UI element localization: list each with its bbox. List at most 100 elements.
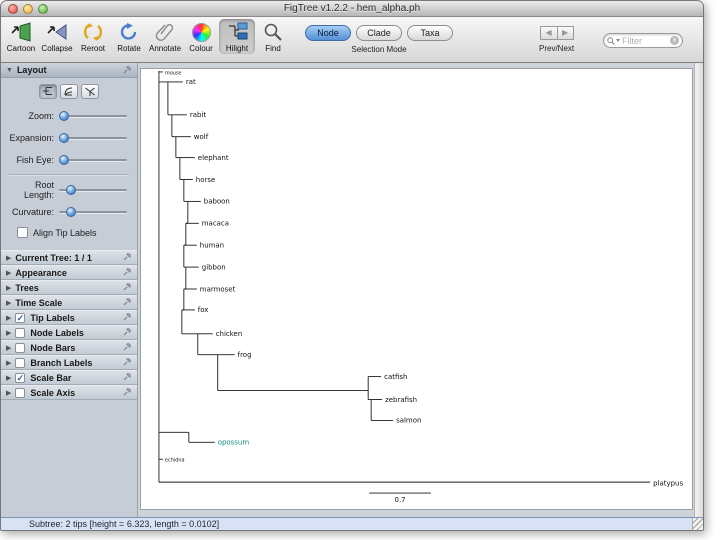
toolbar-button-reroot[interactable]: Reroot — [75, 19, 111, 54]
tip-label-rat[interactable]: rat — [186, 78, 196, 86]
disclosure-closed-icon[interactable]: ▶ — [6, 269, 11, 277]
pin-icon[interactable] — [123, 297, 132, 308]
toolbar-button-find[interactable]: Find — [255, 19, 291, 54]
tip-label-chicken[interactable]: chicken — [216, 330, 243, 338]
toolbar-button-collapse[interactable]: Collapse — [39, 19, 75, 54]
slider-track[interactable] — [58, 132, 127, 144]
tip-label-catfish[interactable]: catfish — [384, 373, 407, 381]
toolbar-button-rotate[interactable]: Rotate — [111, 19, 147, 54]
pin-icon[interactable] — [123, 342, 132, 353]
disclosure-closed-icon[interactable]: ▶ — [6, 389, 11, 397]
sidebar-section-scale-bar[interactable]: ▶ ✓ Scale Bar — [1, 370, 137, 385]
disclosure-closed-icon[interactable]: ▶ — [6, 284, 11, 292]
slider-track[interactable] — [58, 154, 127, 166]
toolbar-button-cartoon[interactable]: Cartoon — [3, 19, 39, 54]
sidebar-section-time-scale[interactable]: ▶ Time Scale — [1, 295, 137, 310]
tip-label-frog[interactable]: frog — [238, 351, 252, 359]
sidebar-section-appearance[interactable]: ▶ Appearance — [1, 265, 137, 280]
polar-layout-button[interactable] — [60, 84, 78, 99]
node-labels-checkbox[interactable] — [15, 327, 26, 338]
align-tip-labels-row[interactable]: Align Tip Labels — [7, 223, 131, 244]
slider-thumb[interactable] — [65, 185, 76, 195]
node-bars-checkbox[interactable] — [15, 342, 26, 353]
pin-icon[interactable] — [123, 267, 132, 278]
slider-thumb[interactable] — [58, 133, 69, 143]
next-button[interactable]: ▶ — [556, 26, 574, 40]
pin-icon[interactable] — [123, 327, 132, 338]
tip-label-macaca[interactable]: macaca — [202, 220, 229, 228]
tip-label-gibbon[interactable]: gibbon — [202, 263, 226, 271]
disclosure-closed-icon[interactable]: ▶ — [6, 344, 11, 352]
slider-track[interactable] — [59, 184, 127, 196]
tip-label-fox[interactable]: fox — [198, 306, 209, 314]
sidebar-section-trees[interactable]: ▶ Trees — [1, 280, 137, 295]
scale-bar-label: 0.7 — [395, 496, 406, 504]
pin-icon[interactable] — [123, 372, 132, 383]
tree-canvas[interactable]: mouse rat rabit wolf elephant horse baboon maca… — [141, 69, 692, 509]
clear-icon[interactable]: x — [670, 36, 679, 45]
slider-track[interactable] — [59, 206, 127, 218]
toolbar-button-hilight[interactable]: Hilight — [219, 19, 255, 54]
tip-labels-checkbox[interactable]: ✓ — [15, 312, 26, 323]
sidebar-section-scale-axis[interactable]: ▶ Scale Axis — [1, 385, 137, 400]
tree-panel[interactable]: mouse rat rabit wolf elephant horse baboon maca… — [140, 68, 693, 510]
slider-thumb[interactable] — [58, 155, 69, 165]
pin-icon[interactable] — [123, 65, 132, 76]
prev-button[interactable]: ◀ — [539, 26, 557, 40]
sidebar-section-tip-labels[interactable]: ▶ ✓ Tip Labels — [1, 310, 137, 325]
tip-label-opossum[interactable]: opossum — [218, 439, 250, 447]
title-bar[interactable]: FigTree v1.2.2 - hem_alpha.ph — [1, 1, 703, 17]
pin-icon[interactable] — [123, 387, 132, 398]
pin-icon[interactable] — [123, 252, 132, 263]
tip-label-echidna[interactable]: echidna — [165, 458, 185, 464]
slider-thumb[interactable] — [65, 207, 76, 217]
toolbar-button-label: Collapse — [41, 44, 73, 53]
pin-icon[interactable] — [123, 357, 132, 368]
tip-label-elephant[interactable]: elephant — [198, 154, 229, 162]
filter-input[interactable] — [622, 35, 670, 46]
disclosure-closed-icon[interactable]: ▶ — [6, 314, 11, 322]
disclosure-closed-icon[interactable]: ▶ — [6, 359, 11, 367]
vertical-scrollbar[interactable] — [694, 63, 703, 517]
tip-label-horse[interactable]: horse — [196, 176, 215, 184]
resize-grip[interactable] — [692, 518, 703, 530]
tip-label-marmoset[interactable]: marmoset — [200, 285, 236, 293]
pin-icon[interactable] — [123, 312, 132, 323]
tip-label-rabit[interactable]: rabit — [190, 111, 207, 119]
tip-label-salmon[interactable]: salmon — [396, 417, 421, 425]
layout-panel-header[interactable]: ▼ Layout — [1, 63, 137, 78]
disclosure-closed-icon[interactable]: ▶ — [6, 374, 11, 382]
scale-axis-checkbox[interactable] — [15, 387, 26, 398]
toolbar-button-colour[interactable]: Colour — [183, 19, 219, 54]
selection-mode-node[interactable]: Node — [305, 25, 351, 41]
slider-track[interactable] — [58, 110, 127, 122]
align-tip-labels-checkbox[interactable] — [17, 227, 28, 238]
tip-label-human[interactable]: human — [200, 241, 224, 249]
sidebar-section-branch-labels[interactable]: ▶ Branch Labels — [1, 355, 137, 370]
radial-layout-button[interactable] — [81, 84, 99, 99]
sidebar-section-node-bars[interactable]: ▶ Node Bars — [1, 340, 137, 355]
disclosure-closed-icon[interactable]: ▶ — [6, 329, 11, 337]
tip-label-platypus[interactable]: platypus — [653, 479, 683, 487]
disclosure-open-icon[interactable]: ▼ — [6, 67, 13, 74]
selection-mode-taxa[interactable]: Taxa — [407, 25, 453, 41]
sidebar-section-current-tree-1-1[interactable]: ▶ Current Tree: 1 / 1 — [1, 250, 137, 265]
filter-field[interactable]: x — [603, 33, 683, 48]
branch-labels-checkbox[interactable] — [15, 357, 26, 368]
tip-label-zebrafish[interactable]: zebrafish — [385, 396, 417, 404]
control-sidebar: ▼ Layout Zoom: Expansion: Fish Eye: Root… — [1, 63, 138, 517]
toolbar-button-annotate[interactable]: Annotate — [147, 19, 183, 54]
slider-thumb[interactable] — [58, 111, 69, 121]
dropdown-arrow-icon[interactable] — [616, 39, 620, 42]
pin-icon[interactable] — [123, 282, 132, 293]
section-label: Time Scale — [15, 297, 63, 308]
rectangular-layout-button[interactable] — [39, 84, 57, 99]
tip-label-baboon[interactable]: baboon — [204, 198, 230, 206]
tip-label-wolf[interactable]: wolf — [194, 133, 209, 141]
disclosure-closed-icon[interactable]: ▶ — [6, 299, 11, 307]
tip-label-mouse[interactable]: mouse — [165, 70, 182, 76]
sidebar-section-node-labels[interactable]: ▶ Node Labels — [1, 325, 137, 340]
scale-bar-checkbox[interactable]: ✓ — [15, 372, 26, 383]
disclosure-closed-icon[interactable]: ▶ — [6, 254, 11, 262]
selection-mode-clade[interactable]: Clade — [356, 25, 402, 41]
